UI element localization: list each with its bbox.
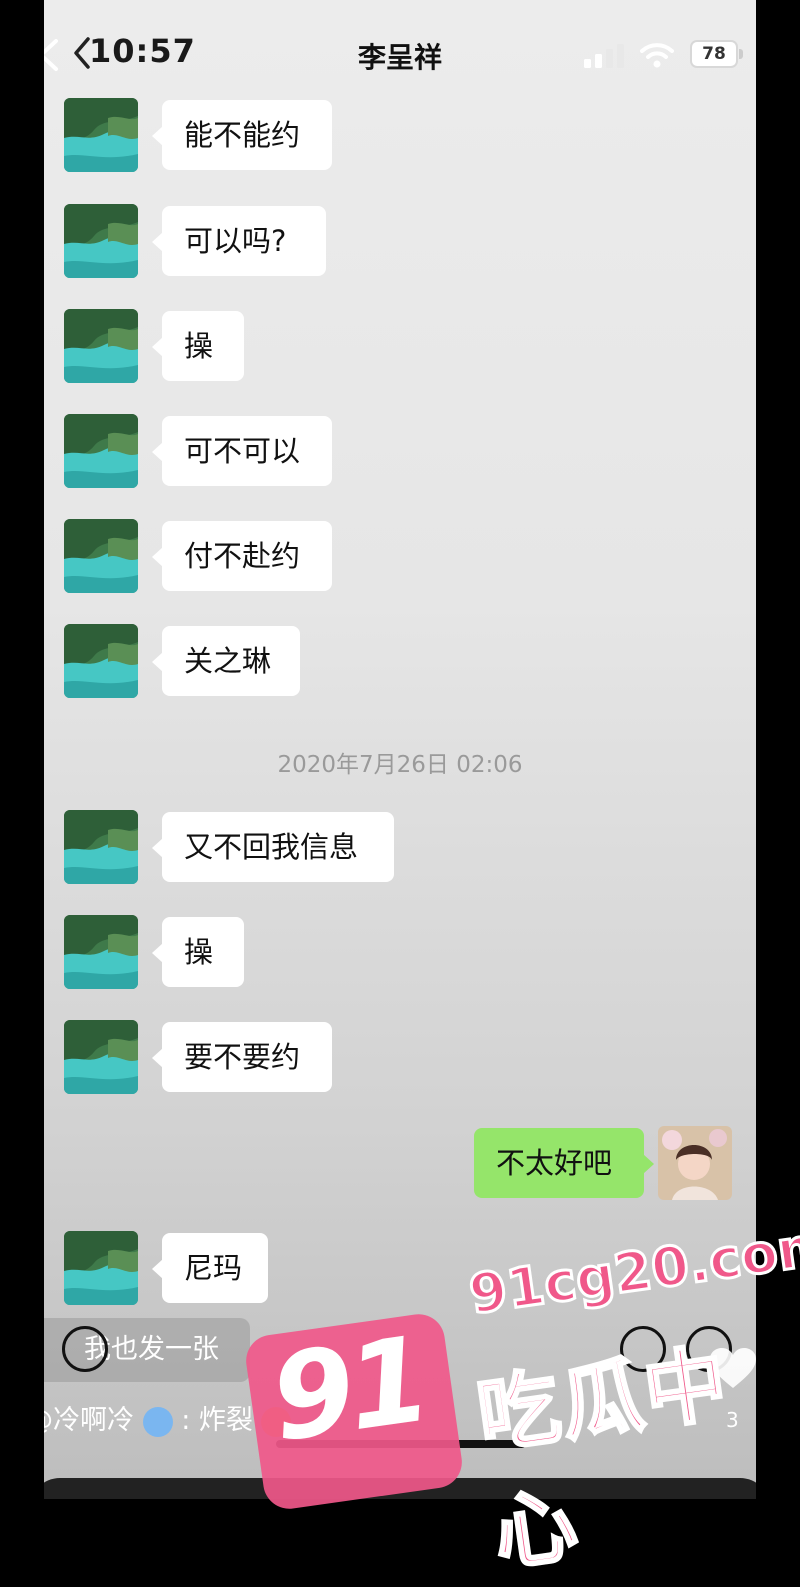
comment-line: @冷啊冷 : 炸裂 <box>44 1398 291 1437</box>
incoming-message-bubble[interactable]: 可不可以 <box>162 416 332 486</box>
message-row: 可以吗? <box>44 204 756 280</box>
like-count: 3 <box>726 1408 739 1432</box>
cold-face-emoji <box>143 1407 173 1437</box>
contact-avatar[interactable] <box>64 1020 138 1094</box>
contact-avatar[interactable] <box>64 309 138 383</box>
home-indicator <box>276 1440 526 1448</box>
incoming-message-bubble[interactable]: 尼玛 <box>162 1233 268 1303</box>
contact-avatar[interactable] <box>64 1231 138 1305</box>
heart-icon[interactable] <box>708 1346 756 1390</box>
message-timestamp: 2020年7月26日 02:06 <box>44 745 756 779</box>
message-row: 操 <box>44 309 756 385</box>
status-bar: 10:57 李呈祥 78 <box>44 0 756 105</box>
battery-tip <box>739 49 743 59</box>
comment-text: 炸裂 <box>199 1405 253 1436</box>
phone-screen: 10:57 李呈祥 78 能不能约可以吗?操可不可以付不赴约关之琳又不回我信息操… <box>44 0 756 1499</box>
incoming-message-bubble[interactable]: 又不回我信息 <box>162 812 394 882</box>
comment-user[interactable]: @冷啊冷 <box>44 1405 134 1436</box>
contact-avatar[interactable] <box>64 915 138 989</box>
message-row: 尼玛 <box>44 1231 756 1307</box>
emoji-circle-icon[interactable] <box>620 1326 666 1372</box>
message-row: 能不能约 <box>44 98 756 174</box>
cellular-signal-icon <box>584 44 626 68</box>
message-row: 付不赴约 <box>44 519 756 595</box>
contact-avatar[interactable] <box>64 519 138 593</box>
outgoing-message-bubble[interactable]: 不太好吧 <box>474 1128 644 1198</box>
lower-panel <box>44 1478 756 1499</box>
contact-avatar[interactable] <box>64 204 138 278</box>
message-row: 可不可以 <box>44 414 756 490</box>
my-avatar[interactable] <box>658 1126 732 1200</box>
contact-avatar[interactable] <box>64 810 138 884</box>
incoming-message-bubble[interactable]: 操 <box>162 917 244 987</box>
message-row: 关之琳 <box>44 624 756 700</box>
message-row: 操 <box>44 915 756 991</box>
incoming-message-bubble[interactable]: 操 <box>162 311 244 381</box>
battery-icon: 78 <box>690 40 738 68</box>
contact-avatar[interactable] <box>64 414 138 488</box>
message-row: 又不回我信息 <box>44 810 756 886</box>
incoming-message-bubble[interactable]: 付不赴约 <box>162 521 332 591</box>
incoming-message-bubble[interactable]: 可以吗? <box>162 206 326 276</box>
incoming-message-bubble[interactable]: 能不能约 <box>162 100 332 170</box>
message-row: 不太好吧 <box>44 1126 756 1202</box>
exploding-head-emoji <box>261 1407 291 1437</box>
message-row: 要不要约 <box>44 1020 756 1096</box>
contact-avatar[interactable] <box>64 98 138 172</box>
wifi-icon <box>640 42 674 68</box>
incoming-message-bubble[interactable]: 要不要约 <box>162 1022 332 1092</box>
record-circle-icon[interactable] <box>62 1326 108 1372</box>
incoming-message-bubble[interactable]: 关之琳 <box>162 626 300 696</box>
contact-avatar[interactable] <box>64 624 138 698</box>
bottom-bar: + 我也发一张 <box>44 1318 756 1384</box>
comment-separator: : <box>181 1405 190 1436</box>
